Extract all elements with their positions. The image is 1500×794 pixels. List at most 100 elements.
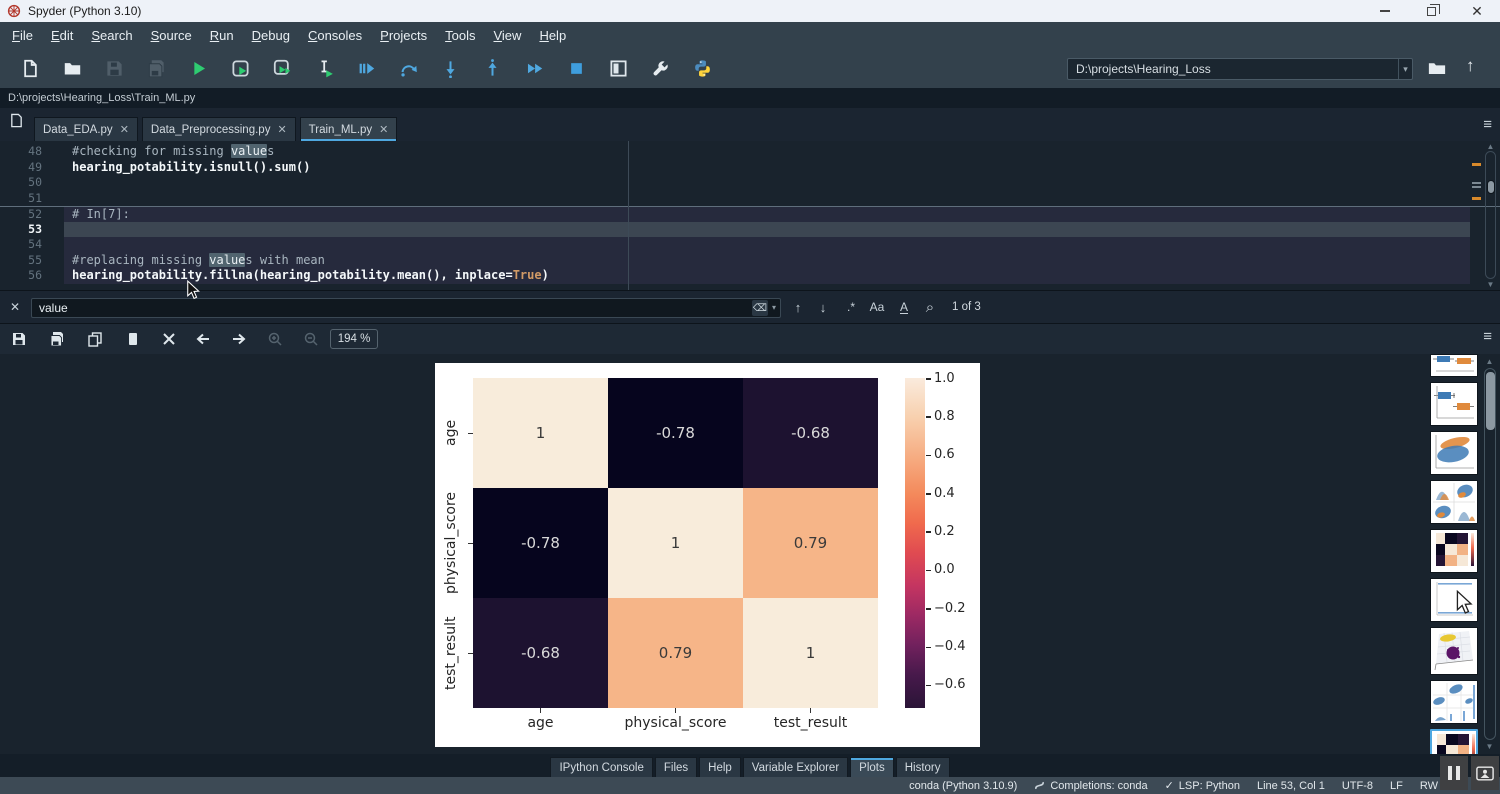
menu-tools[interactable]: Tools bbox=[436, 22, 484, 49]
encoding-status[interactable]: UTF-8 bbox=[1342, 780, 1373, 792]
code-line-content[interactable]: hearing_potability.isnull().sum() bbox=[64, 160, 1470, 176]
pane-tab-files[interactable]: Files bbox=[655, 757, 697, 777]
menu-run[interactable]: Run bbox=[201, 22, 243, 49]
scroll-down-icon[interactable]: ▼ bbox=[1484, 743, 1495, 751]
editor-line-53[interactable]: 53 bbox=[0, 222, 1500, 238]
code-line-content[interactable] bbox=[64, 191, 1470, 207]
correlation-heatmap-figure[interactable]: 1-0.78-0.68-0.7810.79-0.680.791agephysic… bbox=[435, 363, 980, 747]
code-line-content[interactable] bbox=[64, 222, 1470, 238]
new-file-button[interactable] bbox=[18, 57, 42, 81]
search-input[interactable] bbox=[31, 298, 781, 318]
interpreter-status[interactable]: conda (Python 3.10.9) bbox=[909, 780, 1017, 792]
editor-scrollbar[interactable]: ▲ ▼ bbox=[1485, 143, 1497, 288]
menu-help[interactable]: Help bbox=[530, 22, 575, 49]
code-line-content[interactable]: #checking for missing values bbox=[64, 144, 1470, 160]
menu-source[interactable]: Source bbox=[142, 22, 201, 49]
step-into-button[interactable] bbox=[438, 57, 462, 81]
occurrence-flag[interactable] bbox=[1472, 197, 1481, 200]
thumbnails-scrollbar[interactable]: ▲ ▼ bbox=[1484, 358, 1497, 750]
find-next-button[interactable]: ↓ bbox=[812, 296, 834, 318]
run-selection-button[interactable] bbox=[312, 57, 336, 81]
whole-word-toggle-button[interactable]: A bbox=[893, 296, 915, 318]
copy-plot-button[interactable] bbox=[84, 328, 106, 350]
go-up-directory-button[interactable]: ↑ bbox=[1466, 56, 1475, 76]
scroll-flag[interactable] bbox=[1472, 182, 1481, 184]
chevron-down-icon[interactable]: ▾ bbox=[1398, 59, 1412, 79]
python-path-manager-button[interactable] bbox=[690, 57, 714, 81]
open-file-button[interactable] bbox=[60, 57, 84, 81]
zoom-in-button[interactable] bbox=[264, 328, 286, 350]
run-cell-advance-button[interactable] bbox=[270, 57, 294, 81]
scroll-down-icon[interactable]: ▼ bbox=[1485, 281, 1496, 289]
plot-thumbnail-boxplot-partial[interactable] bbox=[1430, 354, 1478, 377]
pane-tab-variable-explorer[interactable]: Variable Explorer bbox=[743, 757, 848, 777]
restore-button[interactable] bbox=[1408, 0, 1454, 22]
code-line-content[interactable]: # In[7]: bbox=[64, 207, 1470, 222]
maximize-pane-button[interactable] bbox=[606, 57, 630, 81]
close-button[interactable]: ✕ bbox=[1454, 0, 1500, 22]
find-close-icon[interactable]: ✕ bbox=[10, 300, 20, 314]
preferences-button[interactable] bbox=[648, 57, 672, 81]
regex-toggle-button[interactable]: .* bbox=[840, 296, 862, 318]
editor-line-51[interactable]: 51 bbox=[0, 191, 1500, 207]
plot-thumbnail-heatmap[interactable] bbox=[1430, 529, 1478, 573]
editor-line-48[interactable]: 48#checking for missing values bbox=[0, 144, 1500, 160]
plot-thumbnail-boxplot[interactable] bbox=[1430, 382, 1478, 426]
remove-plot-button[interactable] bbox=[122, 328, 144, 350]
stop-button[interactable] bbox=[564, 57, 588, 81]
plot-thumbnail-pairplot-small[interactable] bbox=[1430, 480, 1478, 524]
scrollbar-thumb[interactable] bbox=[1487, 180, 1495, 194]
menu-edit[interactable]: Edit bbox=[42, 22, 82, 49]
cursor-position-status[interactable]: Line 53, Col 1 bbox=[1257, 780, 1325, 792]
permissions-status[interactable]: RW bbox=[1420, 780, 1438, 792]
tab-close-icon[interactable]: ✕ bbox=[379, 123, 388, 136]
tab-close-icon[interactable]: ✕ bbox=[120, 123, 129, 136]
zoom-out-button[interactable] bbox=[300, 328, 322, 350]
editor-line-54[interactable]: 54 bbox=[0, 237, 1500, 253]
pane-tab-ipython-console[interactable]: IPython Console bbox=[550, 757, 652, 777]
browse-tabs-button[interactable] bbox=[9, 113, 24, 133]
editor-line-52[interactable]: 52# In[7]: bbox=[0, 206, 1500, 222]
scroll-flag[interactable] bbox=[1472, 186, 1481, 188]
scrollbar-thumb[interactable] bbox=[1486, 372, 1495, 430]
step-over-button[interactable] bbox=[396, 57, 420, 81]
step-return-button[interactable] bbox=[480, 57, 504, 81]
menu-debug[interactable]: Debug bbox=[243, 22, 299, 49]
plot-thumbnail-scatter-3d[interactable] bbox=[1430, 627, 1478, 675]
menu-file[interactable]: File bbox=[3, 22, 42, 49]
pane-tab-plots[interactable]: Plots bbox=[850, 757, 894, 777]
code-line-content[interactable]: hearing_potability.fillna(hearing_potabi… bbox=[64, 268, 1470, 284]
menu-view[interactable]: View bbox=[484, 22, 530, 49]
case-sensitive-toggle-button[interactable]: Aa bbox=[866, 296, 888, 318]
tab-close-icon[interactable]: ✕ bbox=[277, 123, 286, 136]
clear-search-icon[interactable]: ⌫ bbox=[752, 300, 768, 316]
working-directory-combo[interactable]: D:\projects\Hearing_Loss ▾ bbox=[1067, 58, 1413, 80]
tab-options-icon[interactable]: ≡ bbox=[1483, 116, 1492, 133]
previous-plot-button[interactable] bbox=[192, 328, 214, 350]
menu-search[interactable]: Search bbox=[82, 22, 141, 49]
run-file-button[interactable] bbox=[186, 57, 210, 81]
editor-tab-Data_EDA.py[interactable]: Data_EDA.py✕ bbox=[34, 117, 138, 141]
debug-file-button[interactable] bbox=[354, 57, 378, 81]
continue-button[interactable] bbox=[522, 57, 546, 81]
save-button[interactable] bbox=[102, 57, 126, 81]
editor-tab-Data_Preprocessing.py[interactable]: Data_Preprocessing.py✕ bbox=[142, 117, 296, 141]
plot-thumbnail-pairplot-large[interactable] bbox=[1430, 680, 1478, 724]
menu-consoles[interactable]: Consoles bbox=[299, 22, 371, 49]
pane-tab-history[interactable]: History bbox=[896, 757, 950, 777]
editor-tab-Train_ML.py[interactable]: Train_ML.py✕ bbox=[300, 117, 398, 141]
pane-tab-help[interactable]: Help bbox=[699, 757, 741, 777]
save-plot-button[interactable] bbox=[8, 328, 30, 350]
search-history-caret-icon[interactable]: ▾ bbox=[772, 303, 776, 312]
code-line-content[interactable] bbox=[64, 175, 1470, 191]
minimize-button[interactable] bbox=[1362, 0, 1408, 22]
pause-button[interactable] bbox=[1440, 756, 1468, 790]
next-plot-button[interactable] bbox=[228, 328, 250, 350]
editor-line-56[interactable]: 56hearing_potability.fillna(hearing_pota… bbox=[0, 268, 1500, 284]
code-line-content[interactable]: #replacing missing values with mean bbox=[64, 253, 1470, 269]
occurrence-flag[interactable] bbox=[1472, 163, 1481, 166]
scroll-up-icon[interactable]: ▲ bbox=[1485, 143, 1496, 151]
code-line-content[interactable] bbox=[64, 237, 1470, 253]
editor-line-50[interactable]: 50 bbox=[0, 175, 1500, 191]
find-previous-button[interactable]: ↑ bbox=[787, 296, 809, 318]
